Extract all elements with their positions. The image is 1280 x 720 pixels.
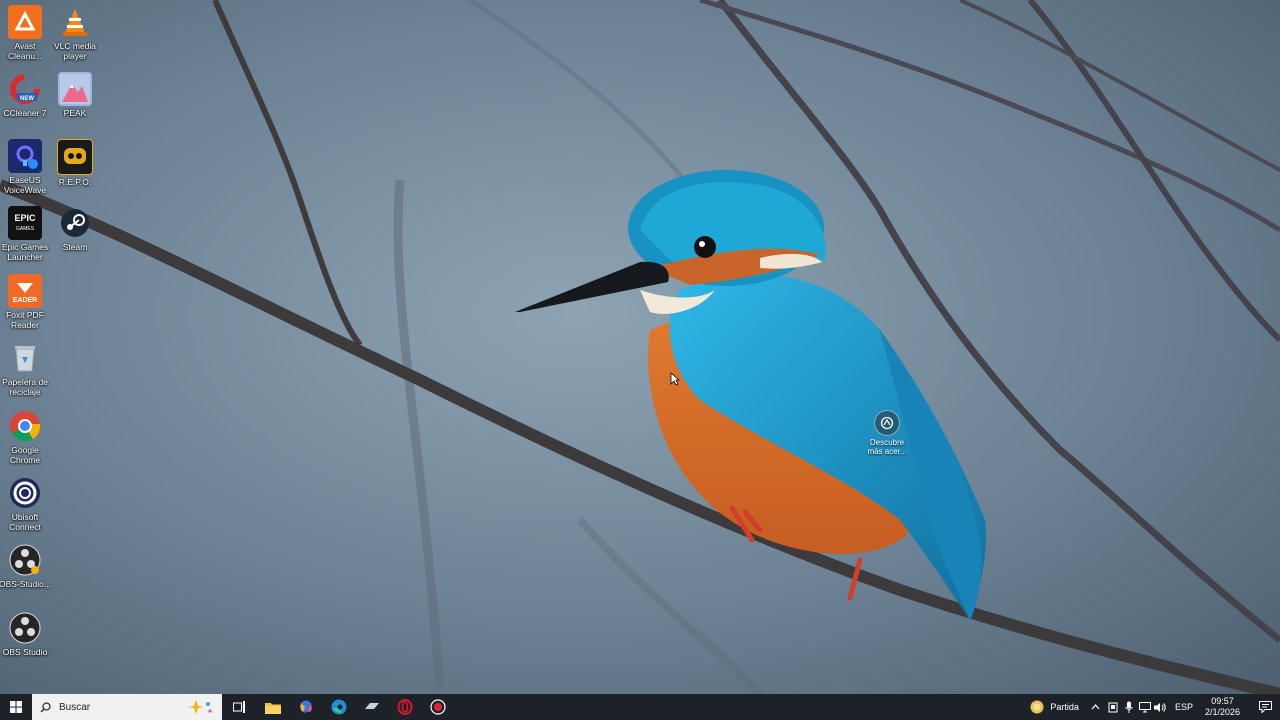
tray-microphone-button[interactable] bbox=[1121, 694, 1137, 720]
network-icon bbox=[1138, 701, 1151, 712]
desktop-icon-recycle-bin[interactable]: Papelera de reciclaje bbox=[0, 341, 52, 397]
search-box[interactable]: Buscar bbox=[32, 694, 222, 720]
taskbar-copilot[interactable] bbox=[289, 694, 322, 720]
desktop-icon-label: CCleaner 7 bbox=[3, 108, 47, 118]
windows-logo-icon bbox=[10, 701, 22, 713]
desktop-icon-label: OBS-Studio... bbox=[0, 579, 51, 589]
camera-icon bbox=[874, 410, 900, 436]
task-view-icon bbox=[232, 701, 245, 713]
desktop-icon-label: Steam bbox=[62, 242, 88, 252]
ubisoft-icon bbox=[8, 476, 42, 510]
taskbar-recorder[interactable] bbox=[421, 694, 454, 720]
spotlight-learn-more[interactable]: Descubre más acer... bbox=[866, 410, 908, 456]
notifications-button[interactable] bbox=[1250, 694, 1280, 720]
easeus-voicewave-icon bbox=[8, 139, 42, 173]
volume-icon bbox=[1154, 702, 1167, 712]
steam-icon bbox=[364, 703, 379, 709]
desktop-icon-avast-cleanup[interactable]: Avast Cleanu... bbox=[0, 5, 52, 61]
show-hidden-icons-button[interactable] bbox=[1087, 694, 1105, 720]
clock[interactable]: 09:57 2/1/2026 bbox=[1205, 696, 1240, 718]
copilot-icon bbox=[299, 700, 312, 713]
system-tray: Partida ESP 09:57 2/1/2026 bbox=[1022, 694, 1280, 720]
taskbar-steam[interactable] bbox=[355, 694, 388, 720]
desktop-icon-label: OBS Studio bbox=[2, 647, 48, 657]
language-label: ESP bbox=[1174, 702, 1193, 712]
repo-icon bbox=[57, 139, 93, 175]
chrome-icon bbox=[8, 409, 42, 443]
taskbar: Buscar Partida ESP 09:57 2/1/2026 bbox=[0, 694, 1280, 720]
search-highlight-icon bbox=[188, 700, 212, 714]
tray-volume-button[interactable] bbox=[1153, 694, 1169, 720]
desktop-icon-steam[interactable]: Steam bbox=[48, 206, 102, 252]
opera-icon bbox=[397, 699, 412, 715]
desktop-icon-ubisoft[interactable]: Ubisoft Connect bbox=[0, 476, 52, 532]
desktop-icon-label: Ubisoft Connect bbox=[9, 512, 41, 532]
foxit-reader-icon: EADER bbox=[8, 274, 42, 308]
weather-label: Partida bbox=[1050, 702, 1079, 712]
desktop-icon-obs-studio[interactable]: OBS Studio bbox=[0, 611, 52, 657]
peak-icon bbox=[58, 72, 92, 106]
tray-device-icon-button[interactable] bbox=[1105, 694, 1121, 720]
desktop-icon-label: VLC media player bbox=[53, 41, 97, 61]
ccleaner-icon: NEW bbox=[8, 72, 42, 106]
obs-icon bbox=[8, 611, 42, 645]
desktop-icon-easeus-voicewave[interactable]: EaseUS VoiceWave bbox=[0, 139, 52, 195]
desktop-icon-label: Foxit PDF Reader bbox=[6, 310, 44, 330]
desktop-wallpaper bbox=[0, 0, 1280, 694]
desktop-icon-ccleaner[interactable]: NEW CCleaner 7 bbox=[0, 72, 52, 118]
avast-cleanup-icon bbox=[8, 5, 42, 39]
desktop-icon-label: Papelera de reciclaje bbox=[2, 377, 48, 397]
device-icon bbox=[1108, 702, 1118, 712]
desktop-icon-repo[interactable]: R.E.P.O. bbox=[48, 139, 102, 187]
task-view-button[interactable] bbox=[222, 694, 256, 720]
desktop-icon-label: PEAK bbox=[63, 108, 87, 118]
steam-icon bbox=[58, 206, 92, 240]
edge-icon bbox=[331, 699, 346, 715]
clock-time: 09:57 bbox=[1211, 696, 1234, 706]
taskbar-edge[interactable] bbox=[322, 694, 355, 720]
epic-games-icon: EPIC GAMES bbox=[8, 206, 42, 240]
svg-text:EPIC: EPIC bbox=[14, 213, 36, 223]
mouse-cursor bbox=[670, 372, 680, 386]
desktop-icon-peak[interactable]: PEAK bbox=[48, 72, 102, 118]
desktop-icon-label: Avast Cleanu... bbox=[7, 41, 43, 61]
start-button[interactable] bbox=[0, 694, 32, 720]
clock-date: 2/1/2026 bbox=[1204, 707, 1240, 717]
desktop-icon-label: Epic Games Launcher bbox=[1, 242, 49, 262]
sun-icon bbox=[1030, 700, 1044, 714]
record-icon bbox=[429, 699, 446, 715]
weather-widget[interactable]: Partida bbox=[1022, 694, 1087, 720]
desktop-icon-label: EaseUS VoiceWave bbox=[3, 175, 47, 195]
search-placeholder: Buscar bbox=[59, 701, 91, 713]
svg-text:GAMES: GAMES bbox=[16, 226, 35, 232]
desktop-icon-vlc[interactable]: VLC media player bbox=[48, 5, 102, 61]
chevron-up-icon bbox=[1091, 704, 1100, 710]
svg-text:EADER: EADER bbox=[13, 297, 38, 304]
taskbar-file-explorer[interactable] bbox=[256, 694, 289, 720]
desktop-icon-label: R.E.P.O. bbox=[58, 177, 92, 187]
desktop-icon-label: Google Chrome bbox=[9, 445, 41, 465]
desktop-icon-obs-studio-shortcut[interactable]: OBS-Studio... bbox=[0, 543, 52, 589]
desktop-icon-epic-games[interactable]: EPIC GAMES Epic Games Launcher bbox=[0, 206, 52, 262]
spotlight-label: Descubre más acer... bbox=[867, 438, 907, 456]
obs-icon bbox=[8, 543, 42, 577]
desktop-icon-chrome[interactable]: Google Chrome bbox=[0, 409, 52, 465]
folder-icon bbox=[264, 702, 281, 714]
taskbar-opera-gx[interactable] bbox=[388, 694, 421, 720]
search-icon bbox=[40, 701, 51, 713]
vlc-icon bbox=[58, 5, 92, 39]
recycle-bin-icon bbox=[8, 341, 42, 375]
notification-icon bbox=[1258, 701, 1272, 713]
microphone-icon bbox=[1125, 701, 1133, 713]
language-indicator[interactable]: ESP bbox=[1169, 694, 1199, 720]
svg-text:NEW: NEW bbox=[20, 96, 34, 102]
desktop-icon-foxit-reader[interactable]: EADER Foxit PDF Reader bbox=[0, 274, 52, 330]
tray-network-button[interactable] bbox=[1137, 694, 1153, 720]
